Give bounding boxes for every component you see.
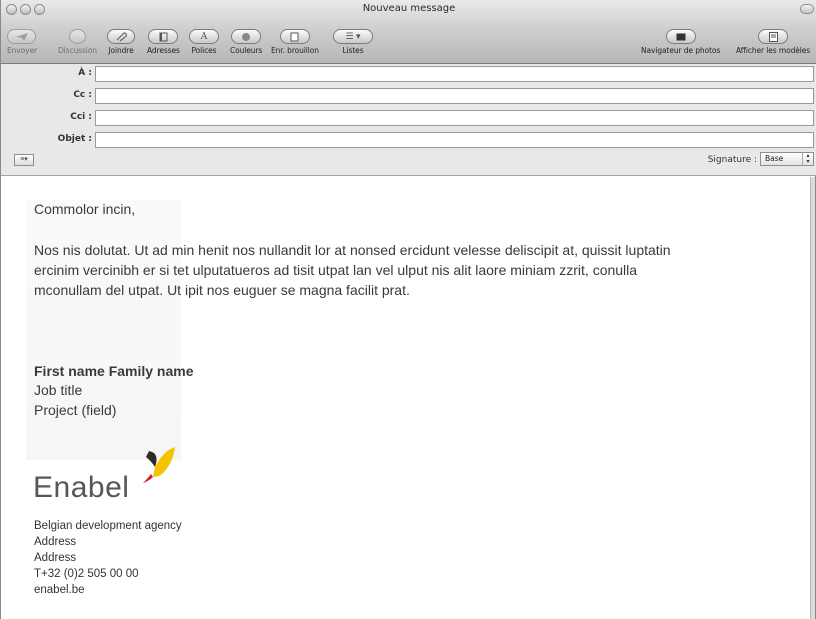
signature-select[interactable]: Base ▴ ▾ (760, 152, 814, 166)
templates-icon (758, 29, 789, 44)
photo-browser-icon (665, 29, 696, 44)
toolbar-toggle-button[interactable] (800, 4, 814, 14)
message-header: À : Cc : Cci : Objet : ≡▾ Signature : Ba… (1, 64, 816, 176)
greeting-text: Commolor incin, (34, 201, 136, 217)
addresses-label: Adresses (147, 46, 180, 55)
subject-field[interactable] (95, 132, 814, 148)
body-paragraph: Nos nis dolutat. Ut ad min henit nos nul… (34, 242, 671, 298)
signature-label: Signature : (707, 155, 757, 165)
bcc-field[interactable] (95, 110, 814, 126)
cc-label: Cc : (73, 90, 92, 100)
save-draft-label: Enr. brouillon (271, 46, 319, 55)
bcc-row: Cci : (1, 109, 816, 127)
addresses-button[interactable]: Adresses (147, 29, 180, 55)
signature-name: First name Family name (34, 363, 194, 379)
signature-agency: Belgian development agency (34, 520, 182, 532)
signature-value: Base (765, 154, 784, 163)
color-wheel-icon (231, 29, 262, 44)
send-icon (7, 29, 37, 44)
attach-button[interactable]: Joindre (107, 29, 135, 55)
address-book-icon (148, 29, 179, 44)
show-templates-button[interactable]: Afficher les modèles (736, 29, 810, 55)
chat-label: Discussion (58, 46, 97, 55)
format-menu-button[interactable]: ≡▾ (14, 154, 34, 166)
lists-label: Listes (342, 46, 364, 55)
photo-browser-label: Navigateur de photos (641, 46, 721, 55)
body-scrollbar[interactable] (810, 177, 815, 619)
signature-job-title: Job title (34, 382, 83, 398)
fonts-label: Polices (191, 46, 217, 55)
fonts-button[interactable]: A Polices (189, 29, 219, 55)
font-icon: A (189, 29, 219, 44)
mail-compose-window: Nouveau message Envoyer Discussion Joind… (0, 0, 816, 619)
window-title: Nouveau message (362, 3, 456, 14)
title-toolbar: Nouveau message Envoyer Discussion Joind… (1, 0, 816, 64)
colors-label: Couleurs (230, 46, 263, 55)
stepper-arrows-icon: ▴ ▾ (802, 153, 813, 165)
draft-icon (279, 29, 310, 44)
send-label: Envoyer (7, 46, 37, 55)
attach-label: Joindre (108, 46, 134, 55)
signature-phone: T+32 (0)2 505 00 00 (34, 568, 139, 580)
send-button[interactable]: Envoyer (7, 29, 37, 55)
bird-icon (143, 447, 175, 483)
save-draft-button[interactable]: Enr. brouillon (271, 29, 319, 55)
show-templates-label: Afficher les modèles (736, 46, 811, 55)
enabel-logo: Enabel (33, 447, 183, 509)
colors-button[interactable]: Couleurs (230, 29, 262, 55)
photo-browser-button[interactable]: Navigateur de photos (641, 29, 720, 55)
to-row: À : (1, 65, 816, 83)
signature-project: Project (field) (34, 402, 117, 418)
to-label: À : (78, 68, 92, 78)
chat-button[interactable]: Discussion (58, 29, 97, 55)
bcc-label: Cci : (70, 112, 92, 122)
subject-row: Objet : (1, 131, 816, 149)
subject-label: Objet : (57, 134, 92, 144)
background-watermark (26, 200, 181, 460)
cc-row: Cc : (1, 87, 816, 105)
list-icon: ☰ ▾ (333, 29, 373, 44)
signature-address-2: Address (34, 552, 77, 564)
lists-button[interactable]: ☰ ▾ Listes (333, 29, 373, 55)
to-field[interactable] (95, 66, 814, 82)
chat-icon (68, 29, 86, 44)
cc-field[interactable] (95, 88, 814, 104)
paperclip-icon (107, 29, 135, 44)
signature-address-1: Address (34, 536, 77, 548)
signature-website: enabel.be (34, 584, 85, 596)
